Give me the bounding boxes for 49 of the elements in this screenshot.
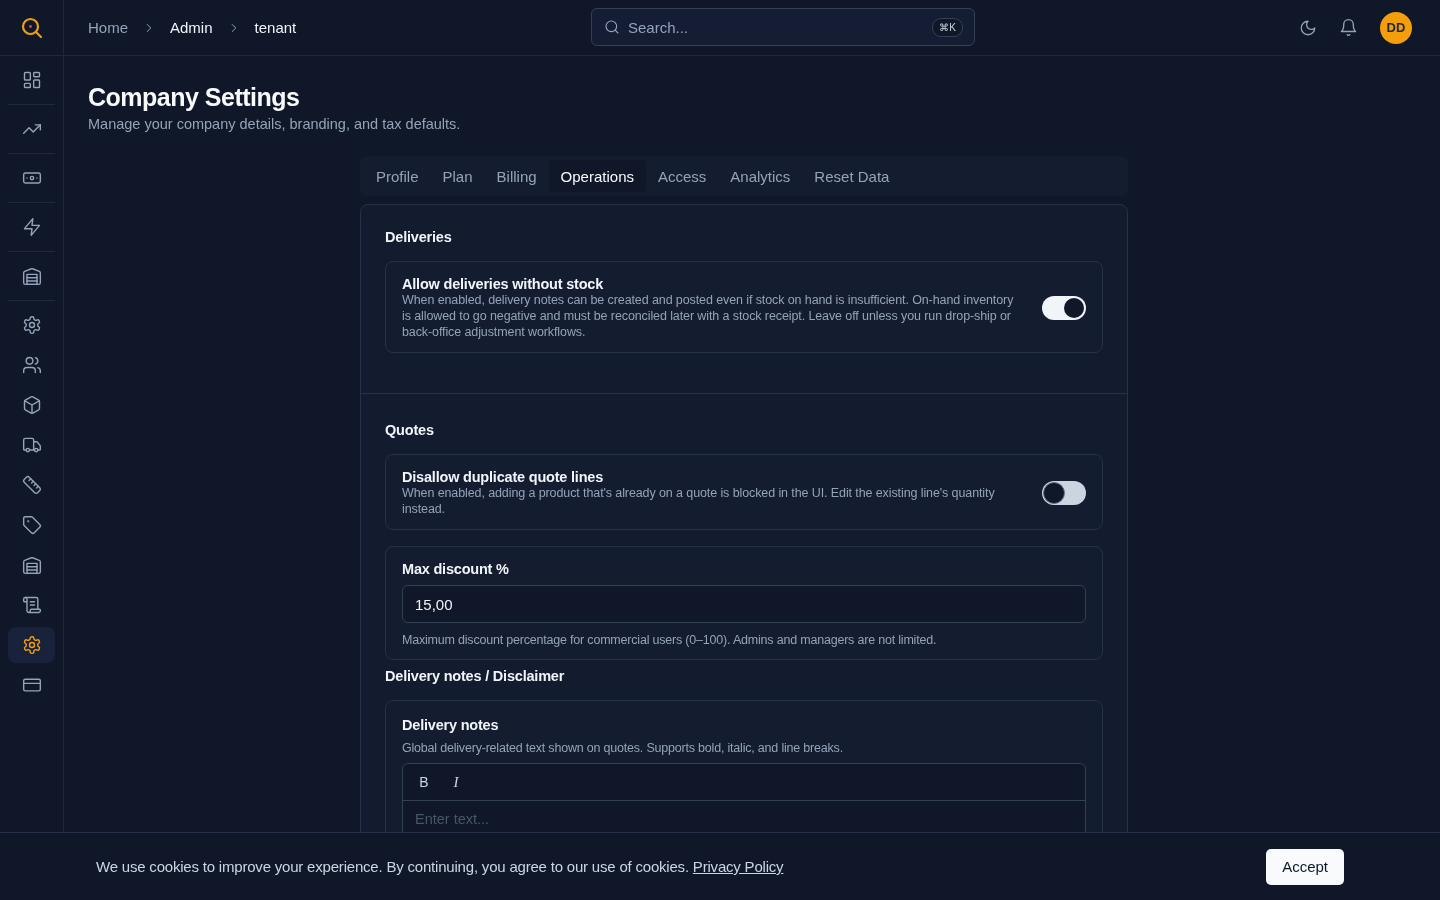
- bold-button[interactable]: B: [411, 769, 437, 795]
- field-help: Maximum discount percentage for commercial users (0–100). Admins and managers are not limited.: [402, 633, 938, 647]
- scroll-icon[interactable]: [21, 595, 42, 615]
- warehouse-icon[interactable]: [21, 555, 42, 575]
- field-label: Max discount %: [402, 561, 510, 577]
- page-subtitle: Manage your company details, branding, and tax defaults.: [88, 116, 462, 132]
- lightning-icon[interactable]: [21, 217, 42, 237]
- setting-description: When enabled, adding a product that's already on a quote is blocked in the UI. Edit the existing line's quantity instead.: [402, 485, 996, 517]
- box-icon[interactable]: [21, 395, 42, 415]
- breadcrumb-link[interactable]: Home: [88, 19, 128, 36]
- setting-description: When enabled, delivery notes can be created and posted even if stock on hand is insufficient. On-hand inventory is allowed to go negative and must be reconciled later with a stock receipt. Leave off unless you run drop-ship or back-office adjustment workflows.: [402, 292, 1015, 340]
- tab[interactable]: Reset Data: [802, 160, 902, 192]
- truck-icon[interactable]: [21, 435, 42, 455]
- credit-card-icon[interactable]: [21, 675, 42, 695]
- setting-label: Allow deliveries without stock: [402, 276, 605, 292]
- section-title: Deliveries: [385, 229, 453, 245]
- user-avatar[interactable]: DD: [1380, 11, 1412, 44]
- search-icon: [604, 19, 620, 35]
- field-label: Delivery notes: [402, 717, 500, 733]
- settings-icon[interactable]: [21, 315, 42, 335]
- moon-icon[interactable]: [1299, 18, 1317, 37]
- breadcrumb-link[interactable]: Admin: [170, 19, 213, 36]
- bell-icon[interactable]: [1339, 18, 1358, 37]
- warehouse-icon[interactable]: [21, 266, 42, 286]
- tab[interactable]: Profile: [364, 160, 431, 192]
- tab[interactable]: Analytics: [718, 160, 803, 192]
- settings-icon[interactable]: [21, 635, 42, 655]
- tag-icon[interactable]: [21, 515, 42, 535]
- italic-button[interactable]: I: [443, 769, 469, 795]
- tab[interactable]: Plan: [430, 160, 485, 192]
- dashboard-icon[interactable]: [21, 70, 42, 90]
- privacy-policy-link[interactable]: Privacy Policy: [692, 858, 784, 875]
- discount-input[interactable]: 15,00: [402, 585, 1086, 623]
- toggle-switch[interactable]: [1042, 481, 1086, 505]
- cookie-notice: We use cookies to improve your experience. By continuing, you agree to our use of cookies. Privacy Policy: [96, 858, 784, 875]
- field-description: Global delivery-related text shown on quotes. Supports bold, italic, and line breaks.: [402, 741, 844, 755]
- page-title: Company Settings: [88, 82, 301, 112]
- logo-icon[interactable]: [19, 15, 44, 40]
- toggle-switch[interactable]: [1042, 296, 1086, 320]
- tab[interactable]: Billing: [484, 160, 549, 192]
- breadcrumb-link[interactable]: tenant: [254, 19, 297, 36]
- section-title: Delivery notes / Disclaimer: [385, 668, 566, 684]
- section-title: Quotes: [385, 422, 435, 438]
- accept-button[interactable]: Accept: [1266, 848, 1344, 885]
- setting-label: Disallow duplicate quote lines: [402, 469, 605, 485]
- ruler-icon[interactable]: [21, 475, 42, 495]
- tab[interactable]: Access: [645, 160, 719, 192]
- users-icon[interactable]: [21, 355, 42, 375]
- tab[interactable]: Operations: [548, 160, 646, 192]
